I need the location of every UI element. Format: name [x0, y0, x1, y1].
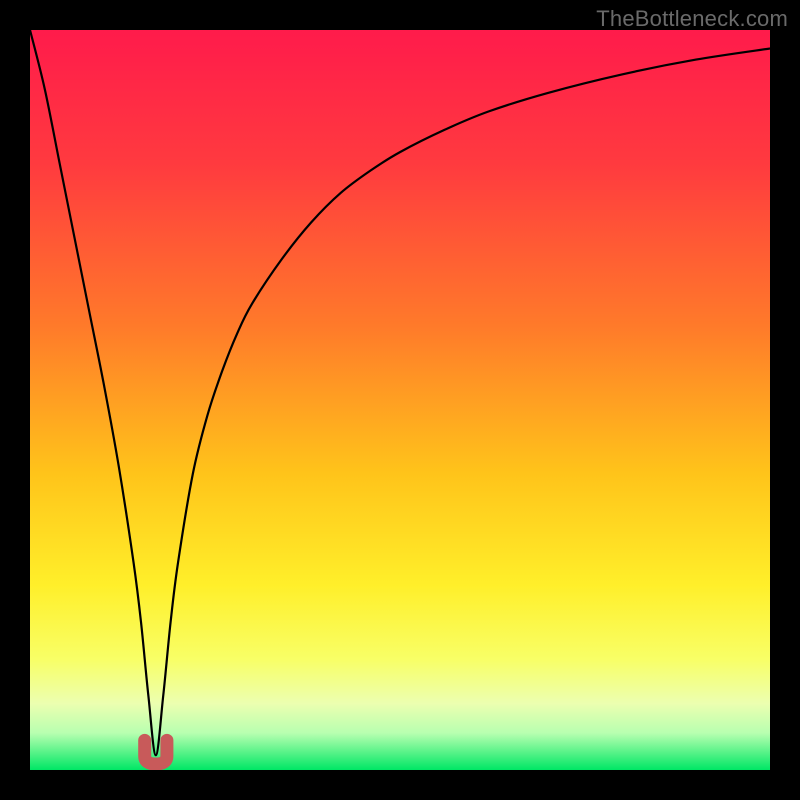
plot-area [30, 30, 770, 770]
watermark-text: TheBottleneck.com [596, 6, 788, 32]
bottleneck-curve [30, 30, 770, 770]
chart-frame: TheBottleneck.com [0, 0, 800, 800]
